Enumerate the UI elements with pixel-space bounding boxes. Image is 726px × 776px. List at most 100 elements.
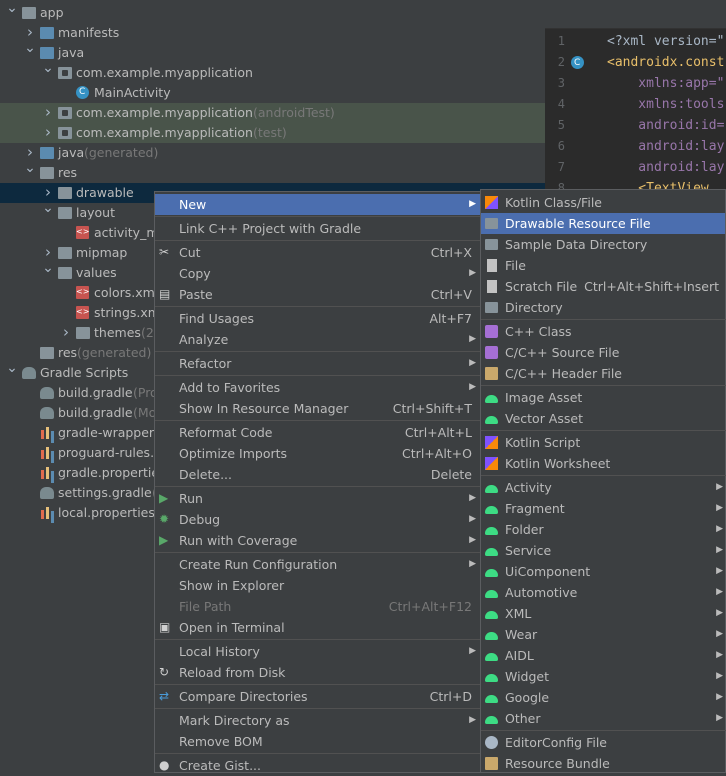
code-line[interactable]: 6 android:lay (545, 136, 726, 157)
editor-tab-bar (545, 0, 726, 29)
chevron-down-icon[interactable]: ⌄ (6, 358, 18, 378)
class-gutter-icon[interactable] (571, 53, 584, 74)
menu-item-file[interactable]: File (481, 255, 725, 276)
tree-row[interactable]: ⌄ com.example.myapplication (0, 60, 545, 83)
tree-row[interactable]: › com.example.myapplication (androidTest) (0, 103, 545, 123)
menu-item-c-class[interactable]: C++ Class (481, 321, 725, 342)
menu-item-directory[interactable]: Directory (481, 297, 725, 318)
menu-item-image-asset[interactable]: Image Asset (481, 387, 725, 408)
tree-row[interactable]: › manifests (0, 23, 545, 43)
chevron-down-icon[interactable]: ⌄ (42, 198, 54, 218)
menu-item-delete[interactable]: Delete... Delete (155, 464, 480, 485)
menu-item-other[interactable]: Other ▶ (481, 708, 725, 729)
paste-icon: ▤ (159, 287, 171, 301)
package-icon (58, 107, 72, 119)
code-line[interactable]: 3 xmlns:app=" (545, 73, 726, 94)
menu-item-kotlin-worksheet[interactable]: Kotlin Worksheet (481, 453, 725, 474)
code-line[interactable]: 1 <?xml version=" (545, 31, 726, 52)
menu-item-c-c-source-file[interactable]: C/C++ Source File (481, 342, 725, 363)
menu-item-fragment[interactable]: Fragment ▶ (481, 498, 725, 519)
menu-item-cut[interactable]: ✂ Cut Ctrl+X (155, 242, 480, 263)
chevron-right-icon[interactable]: › (42, 122, 54, 142)
chevron-down-icon[interactable]: ⌄ (6, 0, 18, 18)
code-line[interactable]: 2 <androidx.const (545, 52, 726, 74)
menu-item-label: File (505, 258, 526, 273)
folder-icon (76, 327, 90, 339)
menu-item-sample-data-directory[interactable]: Sample Data Directory (481, 234, 725, 255)
tree-row[interactable]: ⌄ java (0, 40, 545, 63)
chevron-down-icon[interactable]: ⌄ (42, 58, 54, 78)
menu-item-new[interactable]: New ▶ (155, 194, 480, 215)
menu-item-widget[interactable]: Widget ▶ (481, 666, 725, 687)
code-token: android:id= (607, 118, 725, 133)
android-icon (485, 653, 498, 661)
menu-item-show-in-explorer[interactable]: Show in Explorer (155, 575, 480, 596)
menu-item-folder[interactable]: Folder ▶ (481, 519, 725, 540)
menu-item-create-run-configuration[interactable]: Create Run Configuration ▶ (155, 554, 480, 575)
menu-item-add-to-favorites[interactable]: Add to Favorites ▶ (155, 377, 480, 398)
menu-item-activity[interactable]: Activity ▶ (481, 477, 725, 498)
menu-item-reformat-code[interactable]: Reformat Code Ctrl+Alt+L (155, 422, 480, 443)
tree-row[interactable]: ⌄ app (0, 0, 545, 23)
menu-item-automotive[interactable]: Automotive ▶ (481, 582, 725, 603)
menu-item-open-in-terminal[interactable]: ▣ Open in Terminal (155, 617, 480, 638)
menu-item-uicomponent[interactable]: UiComponent ▶ (481, 561, 725, 582)
menu-item-service[interactable]: Service ▶ (481, 540, 725, 561)
menu-item-c-c-header-file[interactable]: C/C++ Header File (481, 363, 725, 384)
menu-item-remove-bom[interactable]: Remove BOM (155, 731, 480, 752)
menu-item-run[interactable]: ▶ Run ▶ (155, 488, 480, 509)
chevron-down-icon[interactable]: ⌄ (42, 258, 54, 278)
menu-item-label: Widget (505, 669, 550, 684)
menu-item-copy[interactable]: Copy ▶ (155, 263, 480, 284)
menu-item-wear[interactable]: Wear ▶ (481, 624, 725, 645)
chevron-down-icon[interactable]: ⌄ (24, 158, 36, 178)
chevron-right-icon[interactable]: › (42, 102, 54, 122)
code-line[interactable]: 4 xmlns:tools (545, 94, 726, 115)
tree-row[interactable]: ⌄ res (0, 160, 545, 183)
submenu-arrow-icon: ▶ (469, 715, 476, 725)
menu-item-editorconfig-file[interactable]: EditorConfig File (481, 732, 725, 753)
menu-item-scratch-file[interactable]: Scratch File Ctrl+Alt+Shift+Insert (481, 276, 725, 297)
tree-row[interactable]: › com.example.myapplication (test) (0, 123, 545, 143)
tree-item-label: build.gradle (58, 405, 133, 420)
menu-item-compare-directories[interactable]: ⇄ Compare Directories Ctrl+D (155, 686, 480, 707)
menu-item-kotlin-script[interactable]: Kotlin Script (481, 432, 725, 453)
menu-item-find-usages[interactable]: Find Usages Alt+F7 (155, 308, 480, 329)
menu-item-reload-from-disk[interactable]: ↻ Reload from Disk (155, 662, 480, 683)
menu-item-drawable-resource-file[interactable]: Drawable Resource File (481, 213, 725, 234)
reload-icon: ↻ (159, 665, 170, 679)
menu-item-refactor[interactable]: Refactor ▶ (155, 353, 480, 374)
menu-item-file-path[interactable]: File Path Ctrl+Alt+F12 (155, 596, 480, 617)
tree-row[interactable]: › java (generated) (0, 143, 545, 163)
menu-item-vector-asset[interactable]: Vector Asset (481, 408, 725, 429)
code-line[interactable]: 7 android:lay (545, 157, 726, 178)
menu-item-link-c-project-with-gradle[interactable]: Link C++ Project with Gradle (155, 218, 480, 239)
menu-item-label: Optimize Imports (179, 446, 288, 461)
chevron-right-icon[interactable]: › (60, 322, 72, 342)
menu-separator (155, 552, 482, 553)
android-icon (485, 590, 498, 598)
code-line[interactable]: 5 android:id= (545, 115, 726, 136)
submenu-arrow-icon: ▶ (716, 545, 723, 555)
menu-item-kotlin-class-file[interactable]: Kotlin Class/File (481, 192, 725, 213)
line-number: 2 (557, 55, 565, 69)
chevron-down-icon[interactable]: ⌄ (24, 38, 36, 58)
tree-item-label: java (58, 145, 85, 160)
menu-item-optimize-imports[interactable]: Optimize Imports Ctrl+Alt+O (155, 443, 480, 464)
menu-item-local-history[interactable]: Local History ▶ (155, 641, 480, 662)
menu-item-show-in-resource-manager[interactable]: Show In Resource Manager Ctrl+Shift+T (155, 398, 480, 419)
tree-item-label: MainActivity (94, 85, 171, 100)
menu-item-mark-directory-as[interactable]: Mark Directory as ▶ (155, 710, 480, 731)
menu-item-debug[interactable]: ✹ Debug ▶ (155, 509, 480, 530)
tree-item-label: com.example.myapplication (76, 125, 253, 140)
menu-item-xml[interactable]: XML ▶ (481, 603, 725, 624)
menu-item-run-with-coverage[interactable]: ▶ Run with Coverage ▶ (155, 530, 480, 551)
menu-item-analyze[interactable]: Analyze ▶ (155, 329, 480, 350)
tree-row[interactable]: MainActivity (0, 82, 545, 103)
menu-item-google[interactable]: Google ▶ (481, 687, 725, 708)
menu-item-label: C/C++ Source File (505, 345, 620, 360)
source-folder-icon (40, 27, 54, 39)
menu-item-aidl[interactable]: AIDL ▶ (481, 645, 725, 666)
menu-item-resource-bundle[interactable]: Resource Bundle (481, 753, 725, 774)
menu-item-paste[interactable]: ▤ Paste Ctrl+V (155, 284, 480, 305)
